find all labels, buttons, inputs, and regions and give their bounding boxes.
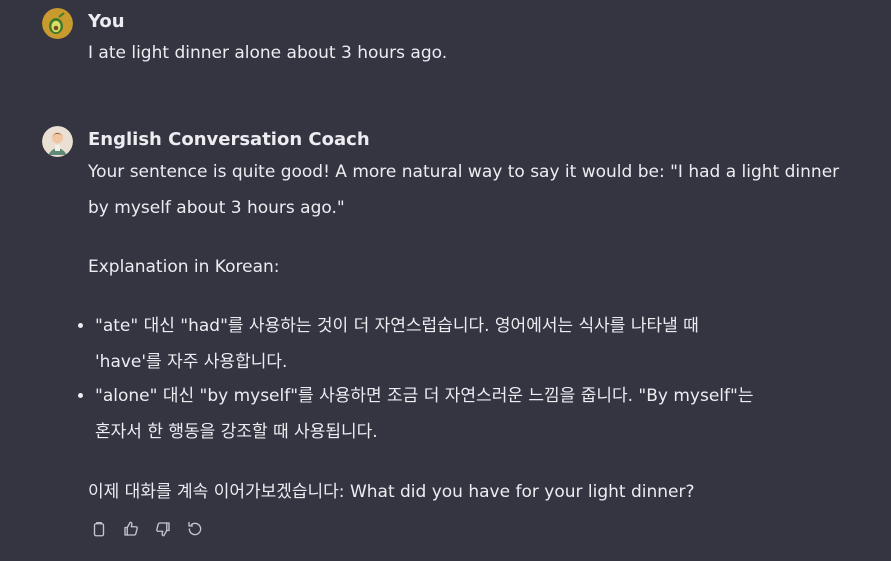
bullet-1-line-2: 'have'를 자주 사용합니다. — [95, 352, 288, 372]
copy-icon — [93, 521, 105, 537]
copy-button[interactable] — [88, 518, 110, 540]
regenerate-icon — [188, 521, 202, 536]
message-actions — [88, 518, 206, 542]
bullet-2-line-2: 혼자서 한 행동을 강조할 때 사용됩니다. — [95, 422, 378, 442]
coach-portrait-icon — [42, 126, 73, 157]
bullet-dot — [78, 393, 83, 398]
user-avatar — [42, 8, 73, 39]
assistant-text-line-2: by myself about 3 hours ago." — [88, 198, 345, 218]
thumbs-down-icon — [156, 522, 170, 537]
assistant-avatar — [42, 126, 73, 157]
explanation-heading: Explanation in Korean: — [88, 257, 280, 277]
bullet-1-line-1: "ate" 대신 "had"를 사용하는 것이 더 자연스럽습니다. 영어에서는… — [95, 316, 699, 336]
avocado-icon — [42, 8, 73, 39]
bullet-item-1: "ate" 대신 "had"를 사용하는 것이 더 자연스럽습니다. 영어에서는… — [78, 308, 858, 380]
assistant-text-line-1: Your sentence is quite good! A more natu… — [88, 162, 840, 182]
thumbs-down-button[interactable] — [152, 518, 174, 540]
user-message-text: I ate light dinner alone about 3 hours a… — [88, 43, 448, 63]
regenerate-button[interactable] — [184, 518, 206, 540]
thumbs-up-button[interactable] — [120, 518, 142, 540]
assistant-closing-text: 이제 대화를 계속 이어가보겠습니다: What did you have fo… — [88, 482, 695, 502]
assistant-author-name: English Conversation Coach — [88, 129, 370, 150]
bullet-dot — [78, 323, 83, 328]
user-author-name: You — [88, 11, 125, 32]
thumbs-up-icon — [124, 521, 138, 536]
bullet-item-2: "alone" 대신 "by myself"를 사용하면 조금 더 자연스러운 … — [78, 378, 858, 450]
bullet-2-line-1: "alone" 대신 "by myself"를 사용하면 조금 더 자연스러운 … — [95, 386, 754, 406]
